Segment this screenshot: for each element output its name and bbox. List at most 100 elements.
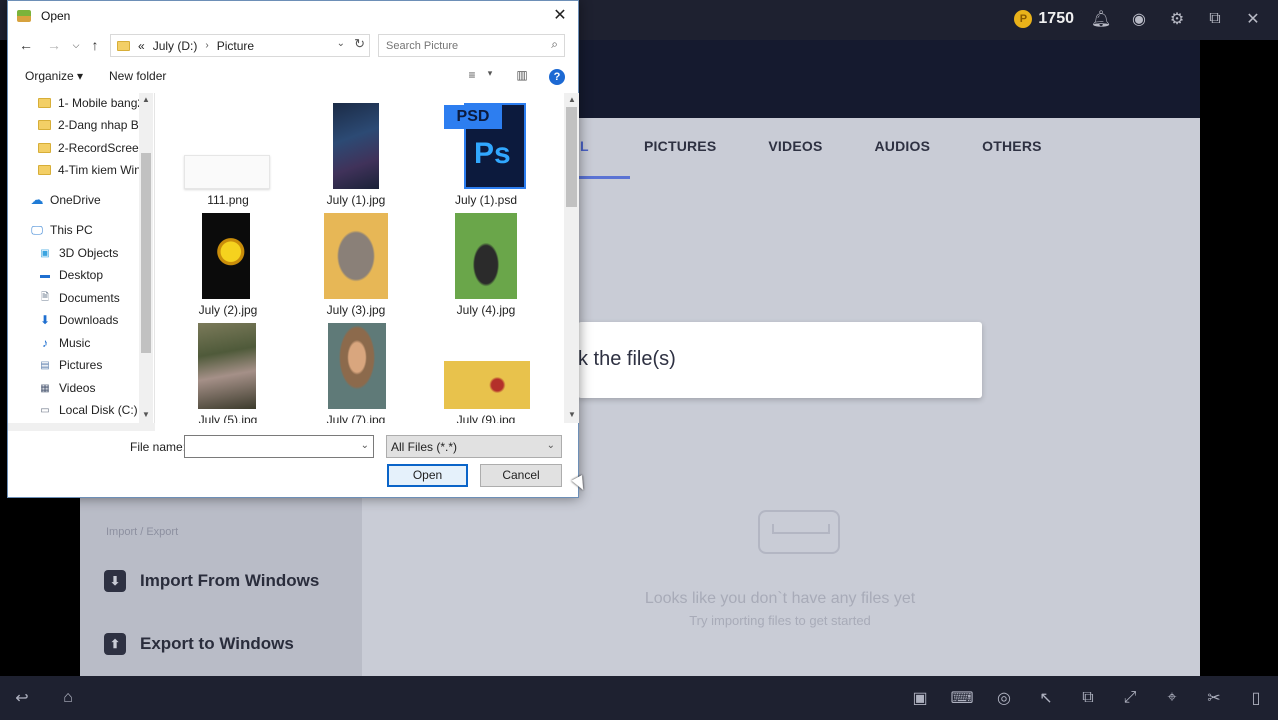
scroll-up-icon[interactable]: ▲ [568,95,576,104]
tree-item-mobile-bang2[interactable]: 1- Mobile bang2 [38,93,144,113]
open-button[interactable]: Open [387,464,468,487]
account-icon[interactable]: ◉ [1128,8,1150,30]
navigation-horizontal-scrollbar[interactable] [8,423,155,431]
chevron-down-icon[interactable]: ⌄ [361,440,369,451]
rotate-icon[interactable]: ▯ [1244,686,1268,710]
apk-icon[interactable]: ▣ [908,686,932,710]
organize-button[interactable]: Organize ▾ [25,69,83,83]
fullscreen-icon[interactable]: ⤢ [1118,686,1142,710]
search-icon: ⌕ [551,37,558,51]
tree-item-music[interactable]: ♪ Music [38,333,90,353]
tree-item-recordscreen[interactable]: 2-RecordScreen- [38,138,149,158]
empty-state-subtitle: Try importing files to get started [689,613,871,628]
file-item[interactable]: July (1).jpg [292,99,420,207]
view-options-icon[interactable]: ≡ [464,68,480,84]
chevron-right-icon[interactable]: › [205,40,208,51]
cancel-button[interactable]: Cancel [480,464,562,487]
emulator-controls: P 1750 🔔︎ ◉ ⚙ ⧉ ✕ [1014,8,1264,30]
tree-item-downloads[interactable]: ⬇ Downloads [38,310,118,330]
tab-audios[interactable]: AUDIOS [875,138,931,154]
file-item[interactable]: July (9).jpg [422,319,550,423]
help-icon[interactable]: ? [549,69,565,85]
file-name: July (2).jpg [198,303,258,317]
address-segment-folder[interactable]: Picture [217,39,254,53]
file-item[interactable]: 111.png [164,99,292,207]
file-item[interactable]: Ps PSD July (1).psd [422,99,550,207]
scissors-icon[interactable]: ✂ [1202,686,1226,710]
multi-instance-icon[interactable]: ⧉ [1076,686,1100,710]
back-arrow-icon[interactable]: ← [16,35,36,55]
scrollbar-thumb[interactable] [141,153,151,353]
tree-item-local-disk[interactable]: ▭ Local Disk (C:) [38,400,137,420]
tree-item-dang-nhap[interactable]: 2-Dang nhap BS [38,115,147,135]
tree-item-3d-objects[interactable]: ▣ 3D Objects [38,243,118,263]
dialog-close-button[interactable]: ✕ [548,5,572,27]
tab-videos[interactable]: VIDEOS [768,138,822,154]
right-letterbox [1200,40,1278,676]
coin-icon: P [1014,10,1033,28]
back-icon[interactable]: ↩ [10,686,34,710]
tree-item-desktop[interactable]: ▬ Desktop [38,265,103,285]
scroll-down-icon[interactable]: ▼ [142,410,150,419]
import-from-windows-button[interactable]: ⬇ Import From Windows [104,570,319,592]
folder-icon [38,165,51,175]
file-name-input[interactable] [185,436,355,457]
file-type-select[interactable]: All Files (*.*) ⌄ [386,435,562,458]
psd-badge: PSD [444,105,502,129]
tree-item-tim-kiem[interactable]: 4-Tim kiem Win [38,160,141,180]
forward-arrow-icon[interactable]: → [44,35,64,55]
export-to-windows-button[interactable]: ⬆ Export to Windows [104,633,294,655]
search-input[interactable] [379,35,539,56]
address-bar[interactable]: « July (D:) › Picture ⌄ ↻ [110,34,370,57]
tab-all[interactable]: L [580,138,589,154]
dialog-toolbar: Organize ▾ New folder ≡ ▾ ▥ ? [8,65,578,89]
address-segment-drive[interactable]: July (D:) [153,39,198,53]
file-name: July (7).jpg [326,413,386,423]
import-drop-box[interactable]: k the file(s) [578,322,982,398]
coin-count: 1750 [1038,10,1074,27]
file-list: 111.png July (1).jpg Ps PSD July (1).psd… [156,93,564,423]
pointer-icon[interactable]: ↖ [1034,686,1058,710]
dialog-title-bar[interactable]: Open ✕ [8,1,578,31]
tree-item-pictures[interactable]: ▤ Pictures [38,355,102,375]
refresh-icon[interactable]: ↻ [354,36,365,52]
search-box[interactable]: ⌕ [378,34,565,57]
new-folder-button[interactable]: New folder [109,69,166,83]
tree-item-onedrive[interactable]: ☁ OneDrive [30,190,101,210]
file-name-field[interactable]: ⌄ [184,435,374,458]
photo-thumbnail [455,213,517,299]
tree-item-this-pc[interactable]: 🖵︎ This PC [30,220,92,240]
file-name: July (1).jpg [326,193,386,207]
view-dropdown-icon[interactable]: ▾ [482,68,498,84]
file-item[interactable]: July (4).jpg [422,209,550,317]
bell-icon[interactable]: 🔔︎ [1090,8,1112,30]
file-list-scrollbar[interactable]: ▲ ▼ [564,93,579,423]
address-overflow[interactable]: « [138,39,145,53]
file-name-label: File name: [130,440,187,454]
music-icon: ♪ [42,336,48,350]
file-item[interactable]: July (5).jpg [164,319,292,423]
gear-icon[interactable]: ⚙ [1166,8,1188,30]
scroll-down-icon[interactable]: ▼ [568,410,576,419]
file-item[interactable]: July (2).jpg [164,209,292,317]
scroll-up-icon[interactable]: ▲ [142,95,150,104]
keyboard-icon[interactable]: ⌨ [950,686,974,710]
tab-others[interactable]: OTHERS [982,138,1042,154]
tree-item-videos[interactable]: ▦ Videos [38,378,95,398]
recent-chevron-icon[interactable]: ⌵ [66,35,86,55]
file-item[interactable]: July (3).jpg [292,209,420,317]
home-icon[interactable]: ⌂ [56,686,80,710]
tab-pictures[interactable]: PICTURES [644,138,716,154]
chevron-down-icon[interactable]: ⌄ [337,38,345,49]
eye-icon[interactable]: ◎ [992,686,1016,710]
navigation-scrollbar[interactable]: ▲ ▼ [139,93,153,423]
scrollbar-thumb[interactable] [566,107,577,207]
coin-balance[interactable]: P 1750 [1014,10,1074,28]
close-icon[interactable]: ✕ [1242,8,1264,30]
location-icon[interactable]: ⌖ [1160,686,1184,710]
restore-icon[interactable]: ⧉ [1204,8,1226,30]
file-item[interactable]: July (7).jpg [292,319,420,423]
up-arrow-icon[interactable]: ↑ [85,35,105,55]
tree-item-documents[interactable]: 🗎︎ Documents [38,288,120,308]
preview-pane-icon[interactable]: ▥ [514,68,530,84]
